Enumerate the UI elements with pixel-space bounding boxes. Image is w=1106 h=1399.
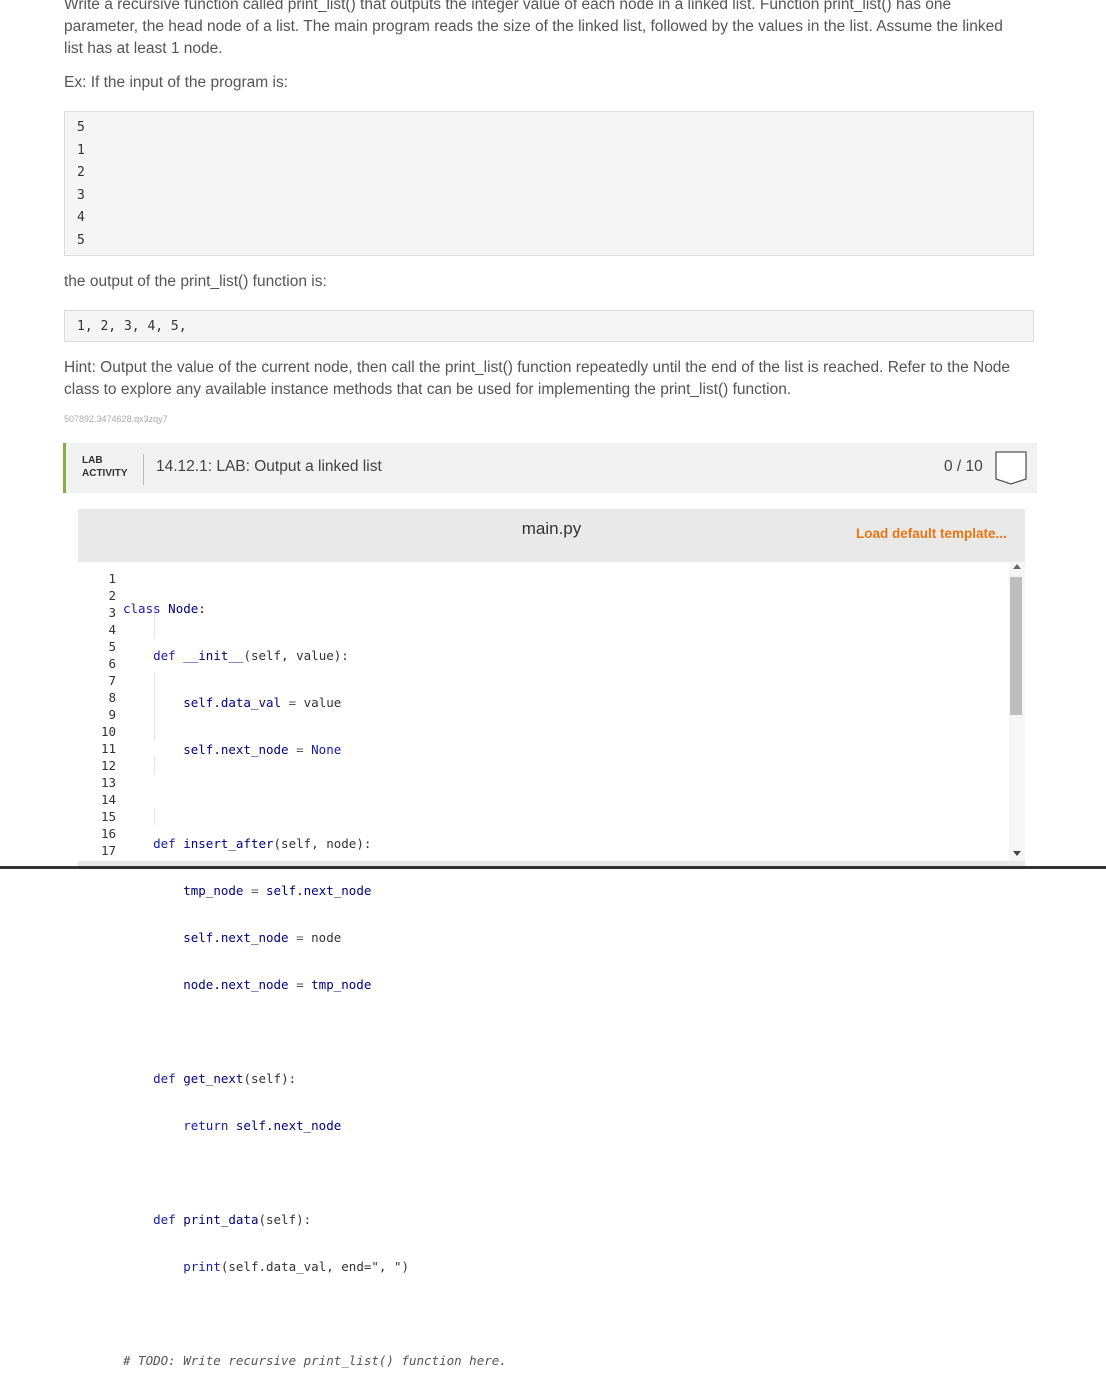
line-number: 13 xyxy=(100,775,116,790)
code-token: tmp_node xyxy=(183,883,244,898)
input-line: 5 xyxy=(77,232,85,248)
code-token: print xyxy=(183,1259,221,1274)
code-token: = xyxy=(288,930,312,945)
code-token: = xyxy=(243,883,267,898)
input-line: 4 xyxy=(77,210,85,226)
line-number: 10 xyxy=(100,724,116,739)
input-line: 3 xyxy=(77,187,85,203)
input-line: 1 xyxy=(77,142,85,158)
code-line: tmp_node = self.next_node xyxy=(123,882,507,899)
code-token: self.next_node xyxy=(228,1118,342,1133)
code-token: self.next_node xyxy=(266,883,372,898)
hint-paragraph: Hint: Output the value of the current no… xyxy=(64,359,1011,398)
code-token: node xyxy=(311,930,342,945)
code-token: (self): xyxy=(258,1212,312,1227)
code-line: def insert_after(self, node): xyxy=(123,835,507,852)
activity-hash: 507892.3474628.qx3zqy7 xyxy=(64,414,168,424)
code-token: self.next_node xyxy=(183,742,289,757)
scroll-down-arrow-icon[interactable] xyxy=(1013,851,1021,856)
lab-tag-line1: LAB xyxy=(82,455,103,466)
line-number: 15 xyxy=(100,809,116,824)
output-intro: the output of the print_list() function … xyxy=(64,273,327,290)
code-token: tmp_node xyxy=(311,977,372,992)
code-token: node.next_node xyxy=(183,977,289,992)
input-line: 5 xyxy=(77,120,85,135)
lab-score: 0 / 10 xyxy=(944,458,983,475)
code-token: value xyxy=(303,695,342,710)
scrollbar-thumb[interactable] xyxy=(1010,577,1022,715)
code-token: class xyxy=(123,601,161,616)
line-number: 5 xyxy=(108,639,116,654)
line-number: 2 xyxy=(108,588,116,603)
scroll-up-arrow-icon[interactable] xyxy=(1013,564,1021,569)
code-token: def xyxy=(153,1071,176,1086)
input-line: 2 xyxy=(77,165,85,181)
line-number: 11 xyxy=(100,741,116,756)
line-number: 14 xyxy=(100,792,116,807)
code-token: def xyxy=(153,1212,176,1227)
code-line: self.next_node = node xyxy=(123,929,507,946)
code-token: get_next xyxy=(183,1071,244,1086)
code-token: None xyxy=(311,742,342,757)
instructions-paragraph: Write a recursive function called print_… xyxy=(64,0,1003,57)
code-token: def xyxy=(153,648,176,663)
code-line: # TODO: Write recursive print_list() fun… xyxy=(123,1352,507,1369)
load-default-template-link[interactable]: Load default template... xyxy=(856,526,1007,541)
example-intro: Ex: If the input of the program is: xyxy=(64,74,289,91)
lab-activity-header: LAB ACTIVITY 14.12.1: LAB: Output a link… xyxy=(63,443,1037,493)
code-token: = xyxy=(281,695,304,710)
code-line: def get_next(self): xyxy=(123,1070,507,1087)
code-token: = xyxy=(288,977,312,992)
score-badge-icon xyxy=(995,451,1027,485)
code-lines: class Node: def __init__(self, value): s… xyxy=(123,570,507,1399)
line-number: 7 xyxy=(108,673,116,688)
code-token: insert_after xyxy=(183,836,274,851)
example-input-block: 5 1 2 3 4 5 xyxy=(64,111,1034,256)
code-comment: # TODO: Write recursive print_list() fun… xyxy=(123,1353,507,1368)
code-line: return self.next_node xyxy=(123,1117,507,1134)
example-output-block: 1, 2, 3, 4, 5, xyxy=(64,310,1034,342)
line-number: 9 xyxy=(108,707,116,722)
code-token: Node: xyxy=(168,601,206,616)
line-number: 17 xyxy=(100,843,116,858)
code-token: = xyxy=(288,742,312,757)
code-line: print(self.data_val, end=", ") xyxy=(123,1258,507,1275)
code-token: def xyxy=(153,836,176,851)
code-token: (self, node): xyxy=(273,836,372,851)
line-number: 4 xyxy=(108,622,116,637)
editor-scrollbar[interactable] xyxy=(1009,562,1025,861)
code-line: node.next_node = tmp_node xyxy=(123,976,507,993)
code-token: (self, value): xyxy=(243,648,349,663)
line-number: 3 xyxy=(108,605,116,620)
code-editor-panel: main.py Load default template... 1 2 3 4… xyxy=(78,509,1025,1368)
code-line: self.next_node = None xyxy=(123,741,507,758)
code-line: def __init__(self, value): xyxy=(123,647,507,664)
line-number: 1 xyxy=(108,571,116,586)
lab-header-divider xyxy=(143,454,144,485)
code-editor[interactable]: 1 2 3 4 5 6 7 8 9 10 11 12 13 14 15 16 1… xyxy=(78,562,1025,1368)
lab-tag-line2: ACTIVITY xyxy=(82,468,128,479)
code-line: class Node: xyxy=(123,600,507,617)
code-token: (self.data_val, end=", ") xyxy=(220,1259,410,1274)
code-token: self.next_node xyxy=(183,930,289,945)
line-number: 12 xyxy=(100,758,116,773)
line-number-gutter: 1 2 3 4 5 6 7 8 9 10 11 12 13 14 15 16 1… xyxy=(78,570,116,859)
code-token: print_data xyxy=(183,1212,259,1227)
line-number: 8 xyxy=(108,690,116,705)
line-number: 16 xyxy=(100,826,116,841)
line-number: 6 xyxy=(108,656,116,671)
code-line: def print_data(self): xyxy=(123,1211,507,1228)
code-token: __init__ xyxy=(183,648,244,663)
code-token: self.data_val xyxy=(183,695,282,710)
lab-title: 14.12.1: LAB: Output a linked list xyxy=(156,458,382,475)
lab-activity-tag: LAB ACTIVITY xyxy=(82,454,128,480)
code-token: (self): xyxy=(243,1071,297,1086)
code-line: self.data_val = value xyxy=(123,694,507,711)
code-token: return xyxy=(183,1118,229,1133)
